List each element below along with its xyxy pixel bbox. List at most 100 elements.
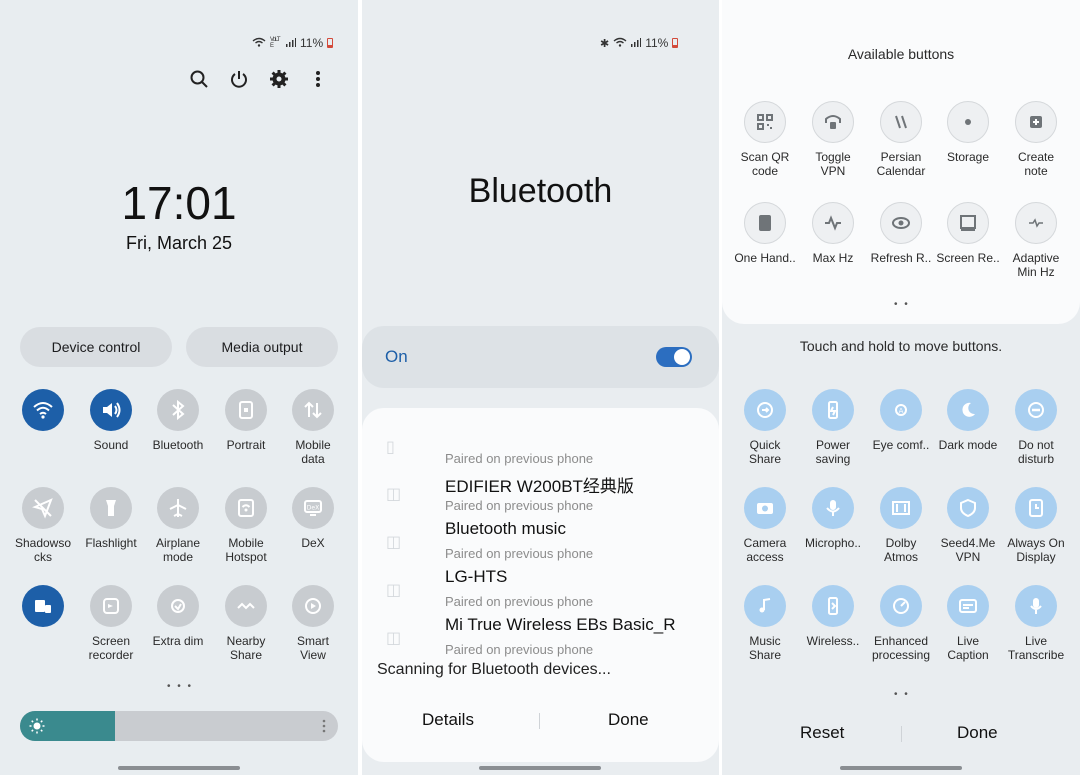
done-button[interactable]: Done (608, 710, 649, 730)
brightness-more-icon[interactable] (322, 719, 326, 738)
home-indicator[interactable] (479, 766, 601, 770)
tile-max-hz[interactable]: Max Hz (799, 202, 867, 265)
tile-sound[interactable]: Sound (77, 389, 145, 452)
tile-microphone[interactable]: Micropho.. (799, 487, 867, 550)
tile-power-saving[interactable]: Power saving (799, 389, 867, 466)
bluetooth-panel: ✱ 11% Bluetooth On Paired on previous ph… (362, 0, 719, 775)
available-page-indicator: • • (894, 299, 910, 310)
device-name: LG-HTS (445, 567, 508, 586)
tile-smart-view[interactable]: Smart View (279, 585, 347, 662)
tile-dolby-atmos[interactable]: Dolby Atmos (867, 487, 935, 564)
tile-screen-recorder[interactable]: Screen recorder (77, 585, 145, 662)
bluetooth-switch[interactable] (656, 347, 692, 367)
tile-paper-plane[interactable]: Shadowso cks (9, 487, 77, 564)
bluetooth-status-icon: ✱ (600, 37, 610, 50)
always-on-display-icon (1015, 487, 1057, 529)
tile-screen-resolution[interactable]: Screen Re.. (934, 202, 1002, 265)
device-name: Mi True Wireless EBs Basic_R (445, 615, 676, 634)
status-bar: ✱ 11% (600, 36, 679, 50)
tile-one-hand[interactable]: One Hand.. (731, 202, 799, 265)
paired-device-item[interactable]: Paired on previous phone EDIFIER W200BT经典… (445, 451, 634, 497)
tile-vpn[interactable]: Toggle VPN (799, 101, 867, 178)
tile-dex[interactable]: DeX DeX (279, 487, 347, 550)
edit-buttons-panel: Available buttons Scan QR code Toggle VPN… (722, 0, 1080, 775)
phone-icon: ▯ (386, 439, 395, 456)
music-share-icon (744, 585, 786, 627)
tile-enhanced-processing[interactable]: Enhanced processing (867, 585, 935, 662)
more-options-icon[interactable] (307, 68, 329, 90)
extra-dim-icon (157, 585, 199, 627)
tile-label: Bluetooth (152, 438, 204, 452)
search-icon[interactable] (188, 68, 210, 90)
tile-storage[interactable]: Storage (934, 101, 1002, 164)
tile-quick-share[interactable]: Quick Share (731, 389, 799, 466)
device-subtitle: Paired on previous phone (445, 451, 594, 466)
battery-percent: 11% (645, 36, 669, 50)
battery-icon (672, 38, 679, 48)
tile-always-on-display[interactable]: Always On Display (1002, 487, 1070, 564)
svg-text:DeX: DeX (307, 505, 319, 512)
device-subtitle: Paired on previous phone (445, 498, 594, 513)
tile-nearby-share[interactable]: Nearby Share (212, 585, 280, 662)
headphones-icon: ◫ (386, 534, 402, 551)
tile-bluetooth[interactable]: Bluetooth (144, 389, 212, 452)
tile-camera-access[interactable]: Camera access (731, 487, 799, 564)
reset-button[interactable]: Reset (800, 723, 844, 743)
tile-label: Shadowso cks (14, 536, 72, 564)
nearby-share-icon (225, 585, 267, 627)
gear-icon[interactable] (268, 68, 290, 90)
tile-extra-dim[interactable]: Extra dim (144, 585, 212, 648)
sun-icon (29, 718, 45, 739)
available-buttons-title: Available buttons (847, 46, 955, 62)
tile-adaptive-min-hz[interactable]: Adaptive Min Hz (1002, 202, 1070, 279)
tile-live-transcribe[interactable]: Live Transcribe (1002, 585, 1070, 662)
tile-devices[interactable] (9, 585, 77, 634)
tile-create-note[interactable]: Create note (1002, 101, 1070, 178)
qr-code-icon (744, 101, 786, 143)
tile-label: Portrait (226, 438, 266, 452)
tile-eye-comfort[interactable]: A Eye comf.. (867, 389, 935, 452)
tile-music-share[interactable]: Music Share (731, 585, 799, 662)
paired-device-item[interactable]: Paired on previous phone (445, 642, 593, 663)
device-control-button[interactable]: Device control (20, 327, 172, 367)
tile-wifi[interactable] (9, 389, 77, 438)
paired-device-item[interactable]: Paired on previous phone LG-HTS (445, 546, 593, 587)
tile-qr-code[interactable]: Scan QR code (731, 101, 799, 178)
tile-do-not-disturb[interactable]: Do not disturb (1002, 389, 1070, 466)
tile-hotspot[interactable]: Mobile Hotspot (212, 487, 280, 564)
tile-flashlight[interactable]: Flashlight (77, 487, 145, 550)
tile-portrait-lock[interactable]: Portrait (212, 389, 280, 452)
home-indicator[interactable] (840, 766, 962, 770)
tile-wireless-powershare[interactable]: Wireless.. (799, 585, 867, 648)
home-indicator[interactable] (118, 766, 240, 770)
tile-persian-calendar[interactable]: Persian Calendar (867, 101, 935, 178)
max-hz-icon (812, 202, 854, 244)
tile-airplane[interactable]: Airplane mode (144, 487, 212, 564)
paired-device-item[interactable]: Paired on previous phone Mi True Wireless… (445, 594, 676, 635)
tile-dark-mode[interactable]: Dark mode (934, 389, 1002, 452)
tile-label: Mobile data (295, 438, 331, 466)
tile-mobile-data[interactable]: Mobile data (279, 389, 347, 466)
live-transcribe-icon (1015, 585, 1057, 627)
tile-label: Smart View (296, 634, 329, 662)
tile-refresh-rate[interactable]: Refresh R.. (867, 202, 935, 265)
wifi-status-icon (252, 36, 266, 50)
media-output-button[interactable]: Media output (186, 327, 338, 367)
tile-label: Screen Re.. (936, 251, 1000, 265)
signal-icon (631, 36, 642, 50)
bluetooth-toggle-row[interactable]: On (362, 326, 719, 388)
tile-label: Extra dim (152, 634, 204, 648)
brightness-slider[interactable] (20, 711, 338, 741)
tile-shield[interactable]: Seed4.Me VPN (934, 487, 1002, 564)
done-button[interactable]: Done (957, 723, 998, 743)
storage-icon (947, 101, 989, 143)
power-icon[interactable] (228, 68, 250, 90)
headphones-icon: ◫ (386, 630, 402, 647)
tile-live-caption[interactable]: Live Caption (934, 585, 1002, 662)
tile-label: Screen recorder (88, 634, 134, 662)
details-button[interactable]: Details (422, 710, 474, 730)
paired-device-item[interactable]: Paired on previous phone Bluetooth music (445, 498, 593, 539)
tile-label: Music Share (748, 634, 782, 662)
tile-label: Storage (946, 150, 990, 164)
volte-label: VoLTE (270, 37, 281, 49)
